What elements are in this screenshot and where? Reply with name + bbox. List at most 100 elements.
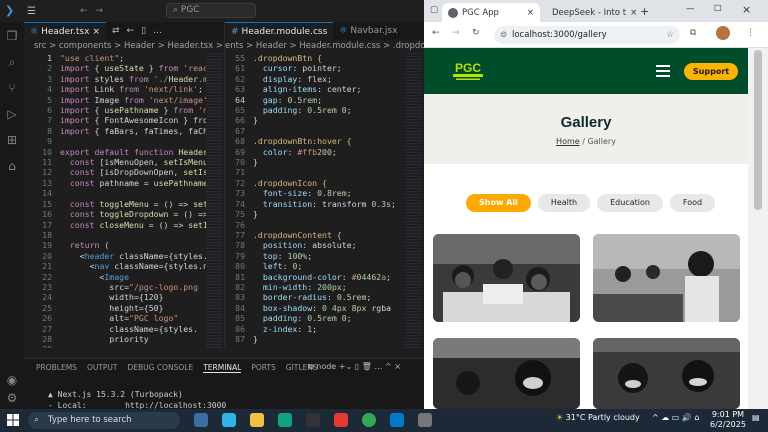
system-tray-icons[interactable]: ^ ☁ ▭ 🔊 ⌂ — [652, 413, 699, 422]
panel-tab[interactable]: PROBLEMS — [36, 363, 77, 373]
more-icon[interactable]: … — [374, 362, 382, 371]
filter-education[interactable]: Education — [597, 194, 663, 212]
task-view-icon[interactable] — [194, 413, 208, 427]
chatgpt-icon[interactable] — [278, 413, 292, 427]
terminal-shell-label[interactable]: node — [316, 362, 336, 371]
filter-food[interactable]: Food — [669, 194, 716, 212]
source-control-icon[interactable]: ⑂ — [4, 80, 20, 96]
windows-start-icon[interactable] — [7, 414, 19, 426]
code-line: 8 import { faBars, faTimes, faCh — [24, 126, 224, 136]
tab-list-icon[interactable]: ▢ — [430, 5, 438, 15]
page-scrollbar[interactable] — [748, 48, 768, 409]
gallery-image[interactable] — [593, 234, 740, 322]
nav-back-icon[interactable]: ← — [80, 6, 88, 16]
site-info-icon[interactable]: ⊜ — [500, 26, 507, 44]
line-number: 68 — [235, 136, 245, 147]
panel-tab[interactable]: OUTPUT — [87, 363, 118, 373]
code-text: .dropdownIcon { — [253, 177, 327, 188]
line-number: 86 — [235, 323, 245, 334]
tab-header-tsx[interactable]: ⚛ Header.tsx × — [24, 22, 106, 40]
close-icon[interactable]: × — [527, 8, 534, 18]
scrollbar-thumb[interactable] — [754, 50, 762, 210]
opera-icon[interactable] — [334, 413, 348, 427]
close-icon[interactable]: × — [630, 8, 637, 18]
browser-tab-label: DeepSeek - Into t — [552, 7, 627, 18]
forward-icon[interactable]: → — [452, 28, 460, 38]
taskbar-search-input[interactable]: ⌕ Type here to search — [28, 412, 180, 429]
support-button[interactable]: Support — [684, 63, 738, 80]
browser-tab-deepseek[interactable]: DeepSeek - Into t × — [542, 3, 638, 22]
vscode-app-icon[interactable] — [390, 413, 404, 427]
terminal-output[interactable]: ▲ Next.js 15.3.2 (Turbopack) - Local: ht… — [48, 389, 226, 411]
line-number: 65 — [235, 105, 245, 116]
notifications-icon[interactable]: ▤ — [752, 413, 760, 422]
app-icon[interactable] — [418, 413, 432, 427]
panel-tab[interactable]: DEBUG CONSOLE — [128, 363, 194, 373]
address-bar[interactable]: ⊜ localhost:3000/gallery ☆ — [494, 26, 680, 44]
code-text: const pathname = usePathname — [69, 177, 208, 188]
split-editor-icon[interactable]: ▯ — [141, 26, 146, 36]
copilot-icon[interactable] — [222, 413, 236, 427]
tab-navbar-jsx[interactable]: ⚛ Navbar.jsx — [333, 22, 403, 40]
chrome-app-icon[interactable] — [362, 413, 376, 427]
code-line: 63 align-items: center; — [225, 84, 424, 94]
minimap-right[interactable] — [405, 53, 421, 348]
code-text: color: #ffb200; — [262, 146, 337, 157]
browser-tab-pgc[interactable]: PGC App × — [442, 3, 540, 22]
minimap-left[interactable] — [206, 53, 222, 348]
more-icon[interactable]: … — [153, 26, 162, 36]
extensions-icon[interactable]: ⊞ — [4, 132, 20, 148]
close-window-icon[interactable]: × — [742, 3, 751, 16]
close-icon[interactable]: × — [92, 27, 100, 37]
tab-header-module-css[interactable]: # Header.module.css — [225, 22, 334, 40]
nav-forward-icon[interactable]: → — [96, 6, 104, 16]
code-line: 21 <nav className={styles.n — [24, 261, 224, 271]
new-terminal-icon[interactable]: +⌄ — [339, 362, 352, 371]
file-explorer-icon[interactable] — [250, 413, 264, 427]
code-line: 62 display: flex; — [225, 74, 424, 84]
hamburger-menu-icon[interactable] — [656, 65, 670, 77]
terminal-app-icon[interactable] — [306, 413, 320, 427]
code-editor-left[interactable]: 1 "use client"; 2 import { useState } from … — [24, 53, 224, 348]
new-tab-icon[interactable]: + — [640, 5, 649, 18]
breadcrumb-home-link[interactable]: Home — [556, 137, 580, 146]
go-back-icon[interactable]: ← — [127, 26, 135, 36]
minimize-icon[interactable]: — — [686, 4, 695, 14]
remote-icon[interactable]: ⌂ — [4, 158, 20, 174]
close-icon[interactable]: × — [394, 362, 401, 371]
filter-show-all[interactable]: Show All — [466, 194, 531, 212]
explorer-icon[interactable]: ❐ — [4, 28, 20, 44]
command-search-input[interactable]: ⌕ PGC — [166, 3, 256, 18]
gallery-image[interactable] — [433, 338, 580, 409]
browser-tab-label: PGC App — [462, 7, 499, 18]
maximize-icon[interactable]: ☐ — [714, 4, 722, 14]
split-terminal-icon[interactable]: ▯ — [355, 362, 359, 371]
profile-avatar[interactable] — [716, 26, 730, 40]
panel-tab[interactable]: TERMINAL — [203, 363, 242, 373]
chrome-menu-icon[interactable]: ⋮ — [746, 28, 755, 38]
extensions-icon[interactable]: ⧉ — [690, 28, 696, 38]
maximize-icon[interactable]: ^ — [385, 362, 392, 371]
reload-icon[interactable]: ↻ — [472, 28, 480, 38]
clock[interactable]: 9:01 PM 6/2/2025 — [710, 410, 746, 430]
run-debug-icon[interactable]: ▷ — [4, 106, 20, 122]
code-line: 11 const [isMenuOpen, setIsMenu — [24, 157, 224, 167]
trash-icon[interactable]: 🗑 — [362, 362, 372, 371]
filter-health[interactable]: Health — [537, 194, 591, 212]
panel-tab[interactable]: PORTS — [251, 363, 275, 373]
code-text: src="/pgc-logo.png — [60, 281, 199, 292]
command-search-text: PGC — [180, 5, 200, 15]
search-icon[interactable]: ⌕ — [4, 54, 20, 70]
bookmark-star-icon[interactable]: ☆ — [666, 26, 674, 44]
settings-gear-icon[interactable]: ⚙ — [4, 390, 20, 406]
compare-icon[interactable]: ⇄ — [112, 26, 120, 36]
gallery-image[interactable] — [433, 234, 580, 322]
pgc-logo[interactable]: PGC — [450, 60, 486, 82]
code-editor-right[interactable]: 55 .dropdownBtn {61 cursor: pointer; 62 di… — [225, 53, 424, 344]
back-icon[interactable]: ← — [432, 28, 440, 38]
weather-widget[interactable]: ☀ 31°C Partly cloudy — [556, 413, 640, 422]
account-icon[interactable]: ◉ — [4, 372, 20, 388]
gallery-image[interactable] — [593, 338, 740, 409]
menu-icon[interactable]: ☰ — [27, 6, 36, 17]
line-number: 26 — [42, 313, 52, 324]
